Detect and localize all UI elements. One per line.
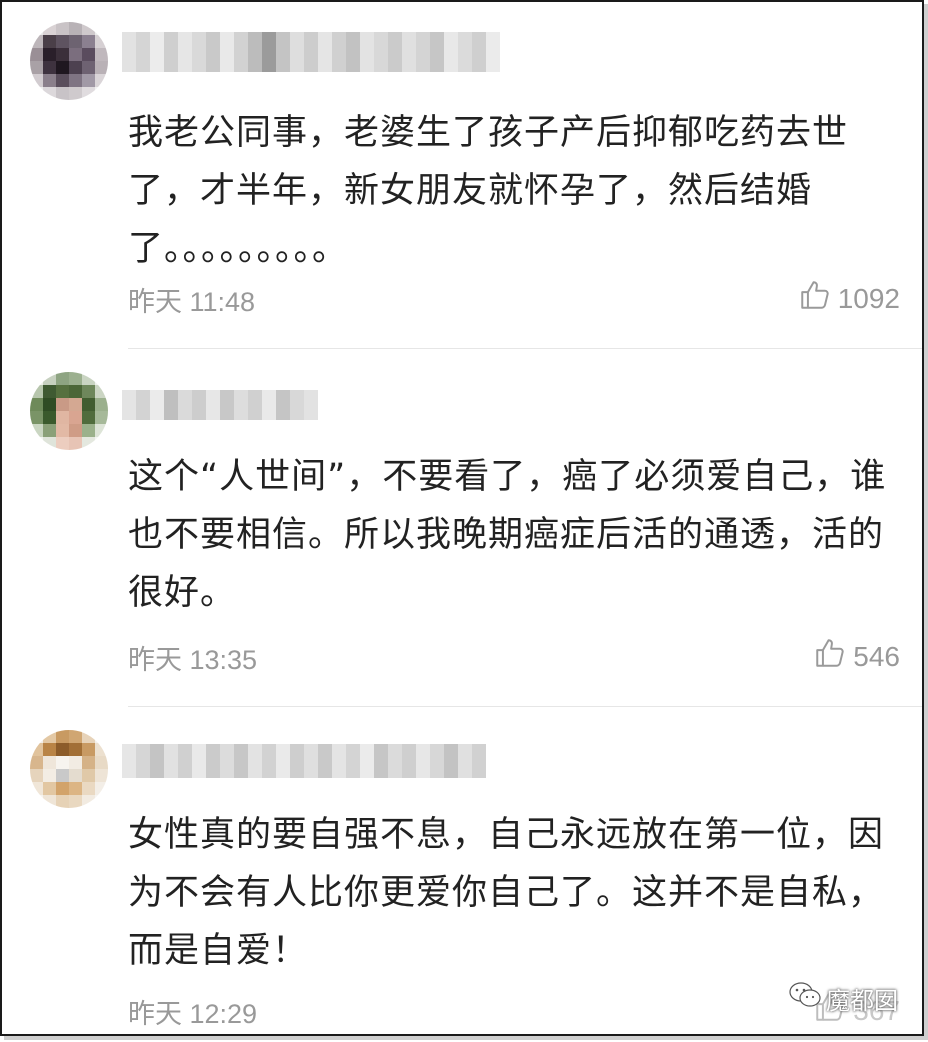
- comment-panel: 我老公同事，老婆生了孩子产后抑郁吃药去世了，才半年，新女朋友就怀孕了，然后结婚了…: [0, 0, 924, 1036]
- avatar[interactable]: [30, 22, 108, 100]
- thumbs-up-icon: [798, 278, 832, 319]
- comment-time: 昨天 13:35: [128, 645, 258, 675]
- comment-time: 昨天 11:48: [128, 287, 256, 317]
- wechat-icon: [788, 980, 822, 1016]
- thumbs-up-icon: [813, 636, 847, 677]
- avatar[interactable]: [30, 730, 108, 808]
- username-blurred[interactable]: [122, 32, 500, 72]
- comment-text: 女性真的要自强不息，自己永远放在第一位，因为不会有人比你更爱你自己了。这并不是自…: [128, 815, 885, 971]
- like-count: 546: [853, 640, 900, 672]
- divider: [128, 706, 922, 707]
- watermark: 魔都囡: [788, 980, 898, 1016]
- like-button[interactable]: 546: [813, 636, 900, 677]
- watermark-label: 魔都囡: [826, 986, 898, 1015]
- username-blurred[interactable]: [122, 744, 486, 778]
- comment-time: 昨天 12:29: [128, 999, 258, 1029]
- username-blurred[interactable]: [122, 390, 318, 420]
- like-count: 1092: [837, 282, 900, 314]
- avatar[interactable]: [30, 372, 108, 450]
- like-button[interactable]: 1092: [798, 278, 900, 319]
- divider: [128, 348, 922, 349]
- comment-text: 我老公同事，老婆生了孩子产后抑郁吃药去世了，才半年，新女朋友就怀孕了，然后结婚了…: [128, 113, 849, 269]
- comment-text: 这个“人世间”，不要看了，癌了必须爱自己，谁也不要相信。所以我晚期癌症后活的通透…: [128, 457, 887, 613]
